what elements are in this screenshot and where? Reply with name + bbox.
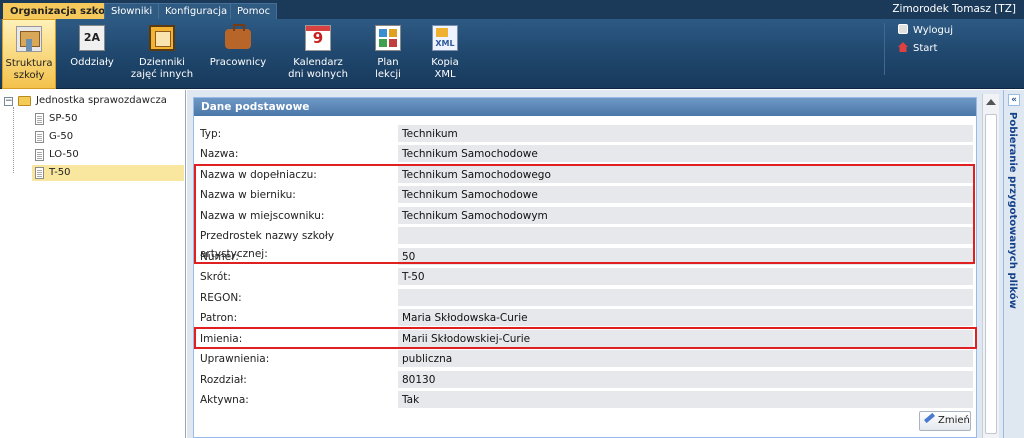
button-label: Plan lekcji: [375, 57, 401, 80]
field-value: Tak: [398, 391, 973, 408]
field-value: [398, 289, 973, 306]
button-label: Kalendarz dni wolnych: [288, 57, 348, 80]
pracownicy-button[interactable]: Pracownicy: [206, 19, 270, 89]
field-label: Przedrostek nazwy szkoły artystycznej:: [200, 230, 335, 260]
start-link[interactable]: Start: [898, 42, 937, 55]
structure-tree: − Jednostka sprawozdawcza SP-50 G-50 LO-…: [0, 90, 186, 438]
field-label: Imienia:: [200, 333, 243, 345]
downloads-panel-title[interactable]: Pobieranie przygotowanych plików: [1007, 112, 1018, 309]
button-label: Pracownicy: [209, 57, 267, 68]
panel-title: Dane podstawowe: [194, 98, 976, 116]
vertical-scrollbar[interactable]: [982, 94, 999, 438]
document-icon: [35, 167, 44, 179]
button-label: Oddziały: [70, 57, 114, 68]
field-label: Nazwa:: [200, 148, 239, 160]
timetable-icon: [375, 25, 401, 51]
document-icon: [35, 113, 44, 125]
edit-button[interactable]: Zmień: [919, 411, 971, 431]
tree-node-label: Jednostka sprawozdawcza: [36, 95, 167, 106]
tab-konfiguracja[interactable]: Konfiguracja: [158, 3, 235, 19]
tab-slowniki[interactable]: Słowniki: [104, 3, 160, 19]
oddzialy-button[interactable]: 2A Oddziały: [64, 19, 120, 89]
school-structure-icon: [16, 26, 42, 52]
field-label: Typ:: [200, 128, 222, 140]
document-icon: [35, 149, 44, 161]
field-value: 80130: [398, 371, 973, 388]
tree-node-root[interactable]: − Jednostka sprawozdawcza: [4, 93, 171, 109]
home-icon: [898, 42, 908, 52]
tab-pomoc[interactable]: Pomoc: [230, 3, 278, 19]
dane-podstawowe-panel: Dane podstawowe Typ: Technikum Nazwa: Te…: [193, 97, 977, 438]
kalendarz-dni-wolnych-button[interactable]: 9 Kalendarz dni wolnych: [276, 19, 360, 89]
field-value: Technikum Samochodowym: [398, 207, 973, 224]
button-label: Kopia XML: [431, 57, 459, 80]
downloads-side-panel: « Pobieranie przygotowanych plików: [1003, 90, 1024, 438]
toolbar-separator: [884, 23, 885, 75]
tree-node-label: T-50: [49, 167, 71, 178]
tree-node-sp-50[interactable]: SP-50: [34, 111, 82, 127]
field-label: Rozdział:: [200, 374, 247, 386]
field-value: Marii Skłodowskiej-Curie: [398, 330, 973, 347]
tree-connector-line: [13, 107, 14, 173]
dzienniki-zajec-innych-button[interactable]: Dzienniki zajęć innych: [124, 19, 200, 89]
tree-node-label: LO-50: [49, 149, 79, 160]
kopia-xml-button[interactable]: XML Kopia XML: [418, 19, 472, 89]
user-name: Zimorodek Tomasz [TZ]: [892, 3, 1016, 15]
struktura-szkoly-button[interactable]: Struktura szkoły: [2, 19, 56, 89]
tree-node-lo-50[interactable]: LO-50: [34, 147, 83, 163]
xml-copy-icon: XML: [432, 25, 458, 51]
field-label: Nazwa w bierniku:: [200, 189, 296, 201]
calendar-icon: 9: [305, 25, 331, 51]
tree-node-label: SP-50: [49, 113, 78, 124]
edit-button-label: Zmień: [938, 415, 970, 426]
top-menu-bar: Organizacja szkoły Słowniki Konfiguracja…: [0, 0, 1024, 19]
pencil-icon: [924, 412, 935, 424]
field-value: T-50: [398, 268, 973, 285]
expand-panel-icon[interactable]: «: [1008, 94, 1020, 106]
field-label: REGON:: [200, 292, 242, 304]
field-label: Nazwa w dopełniaczu:: [200, 169, 317, 181]
briefcase-icon: [225, 24, 251, 49]
tree-node-t-50[interactable]: T-50: [32, 165, 184, 181]
scroll-thumb[interactable]: [985, 114, 997, 434]
main-toolbar: Struktura szkoły 2A Oddziały Dzienniki z…: [0, 19, 1024, 89]
field-label: Nazwa w miejscowniku:: [200, 210, 325, 222]
field-label: Numer:: [200, 251, 239, 263]
field-label: Uprawnienia:: [200, 353, 270, 365]
tree-node-label: G-50: [49, 131, 74, 142]
field-label: Patron:: [200, 312, 238, 324]
logout-link[interactable]: Wyloguj: [898, 24, 953, 37]
field-value: 50: [398, 248, 973, 265]
scroll-up-arrow-icon[interactable]: [986, 99, 996, 105]
field-value: publiczna: [398, 350, 973, 367]
field-value: Technikum Samochodowe: [398, 145, 973, 162]
logout-label: Wyloguj: [913, 25, 953, 36]
document-icon: [35, 131, 44, 143]
field-value: Maria Skłodowska-Curie: [398, 309, 973, 326]
button-label: Struktura szkoły: [5, 58, 53, 81]
collapse-toggle-icon[interactable]: −: [4, 97, 13, 106]
tree-node-g-50[interactable]: G-50: [34, 129, 77, 145]
field-value: Technikum Samochodowe: [398, 186, 973, 203]
field-value: [398, 227, 973, 244]
field-value: Technikum Samochodowego: [398, 166, 973, 183]
button-label: Dzienniki zajęć innych: [130, 57, 194, 80]
field-label: Aktywna:: [200, 394, 249, 406]
field-label: Skrót:: [200, 271, 231, 283]
plan-lekcji-button[interactable]: Plan lekcji: [364, 19, 412, 89]
field-value: Technikum: [398, 125, 973, 142]
folder-icon: [18, 96, 31, 106]
class-2a-icon: 2A: [79, 25, 105, 51]
lock-icon: [898, 24, 908, 34]
start-label: Start: [913, 43, 938, 54]
journal-film-icon: [149, 25, 175, 51]
